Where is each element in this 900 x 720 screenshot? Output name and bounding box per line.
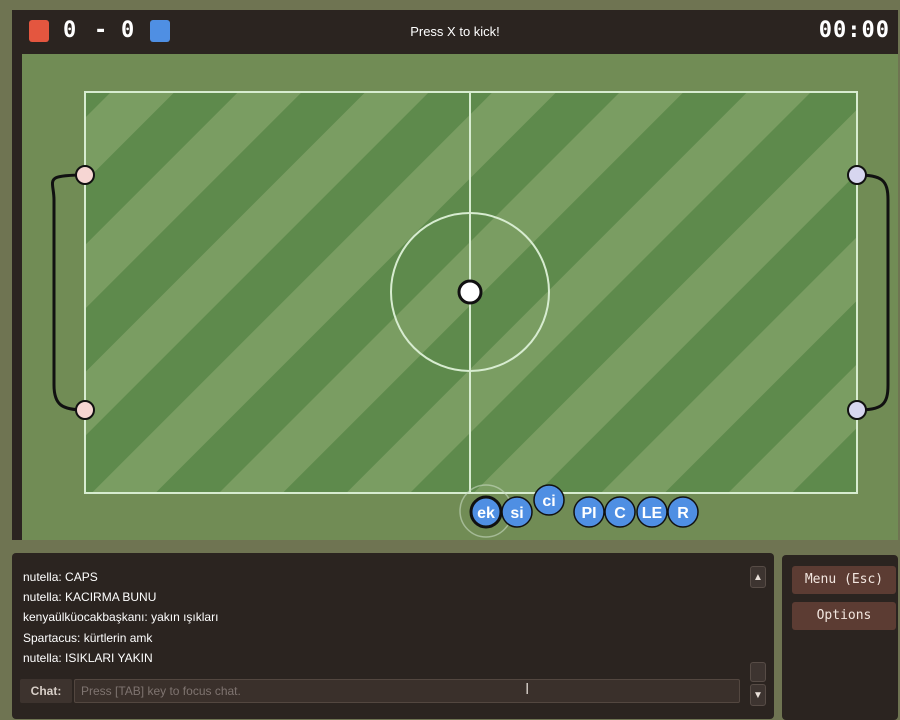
player-disc: LE [636, 496, 668, 528]
player-label: R [677, 505, 689, 522]
chat-message: nutella: CAPS [23, 570, 98, 584]
player-disc: PI [573, 496, 605, 528]
chat-log: nutella: CAPS nutella: KACIRMA BUNU keny… [23, 567, 723, 668]
menu-button[interactable]: Menu (Esc) [792, 566, 896, 594]
side-panel: Menu (Esc) Options [782, 555, 898, 720]
stadium[interactable]: ek si ci PI C LE R [12, 54, 898, 540]
match-timer: 00:00 [818, 18, 890, 43]
text-cursor-icon: I [525, 681, 530, 698]
player-label: si [510, 505, 523, 522]
options-button[interactable]: Options [792, 602, 896, 630]
chat-scroll-up-button[interactable]: ▲ [750, 566, 766, 588]
player-label: PI [581, 505, 596, 522]
chat-message: nutella: KACIRMA BUNU [23, 590, 157, 605]
chat-message: nutella: ISIKLARI YAKIN [23, 650, 153, 665]
ball [457, 279, 483, 305]
player-disc: ci [533, 484, 565, 516]
player-disc: R [667, 496, 699, 528]
chat-scroll-thumb[interactable] [750, 662, 766, 682]
score-bar: 0 - 0 Press X to kick! 00:00 [12, 10, 898, 54]
chat-message: kenyaülküocakbaşkanı: yakın ışıkları [23, 610, 219, 625]
player-disc: C [604, 496, 636, 528]
right-goal-post-top [847, 165, 867, 185]
left-goal-post-top [75, 165, 95, 185]
right-goal-post-bottom [847, 400, 867, 420]
player-label: C [614, 505, 626, 522]
chat-panel: nutella: CAPS nutella: KACIRMA BUNU keny… [12, 553, 774, 719]
player-label: ek [477, 505, 495, 522]
chat-label: Chat: [20, 679, 72, 703]
player-label: LE [642, 505, 663, 522]
player-disc: si [501, 496, 533, 528]
chat-input[interactable] [74, 679, 740, 703]
left-goal-post-bottom [75, 400, 95, 420]
pitch-svg[interactable]: ek si ci PI C LE R [12, 54, 898, 540]
player-label: ci [542, 493, 555, 510]
kick-hint: Press X to kick! [410, 24, 500, 39]
player-disc: ek [469, 495, 503, 529]
chat-scroll-down-button[interactable]: ▼ [750, 684, 766, 706]
chat-message: Spartacus: kürtlerin amk [23, 630, 153, 645]
